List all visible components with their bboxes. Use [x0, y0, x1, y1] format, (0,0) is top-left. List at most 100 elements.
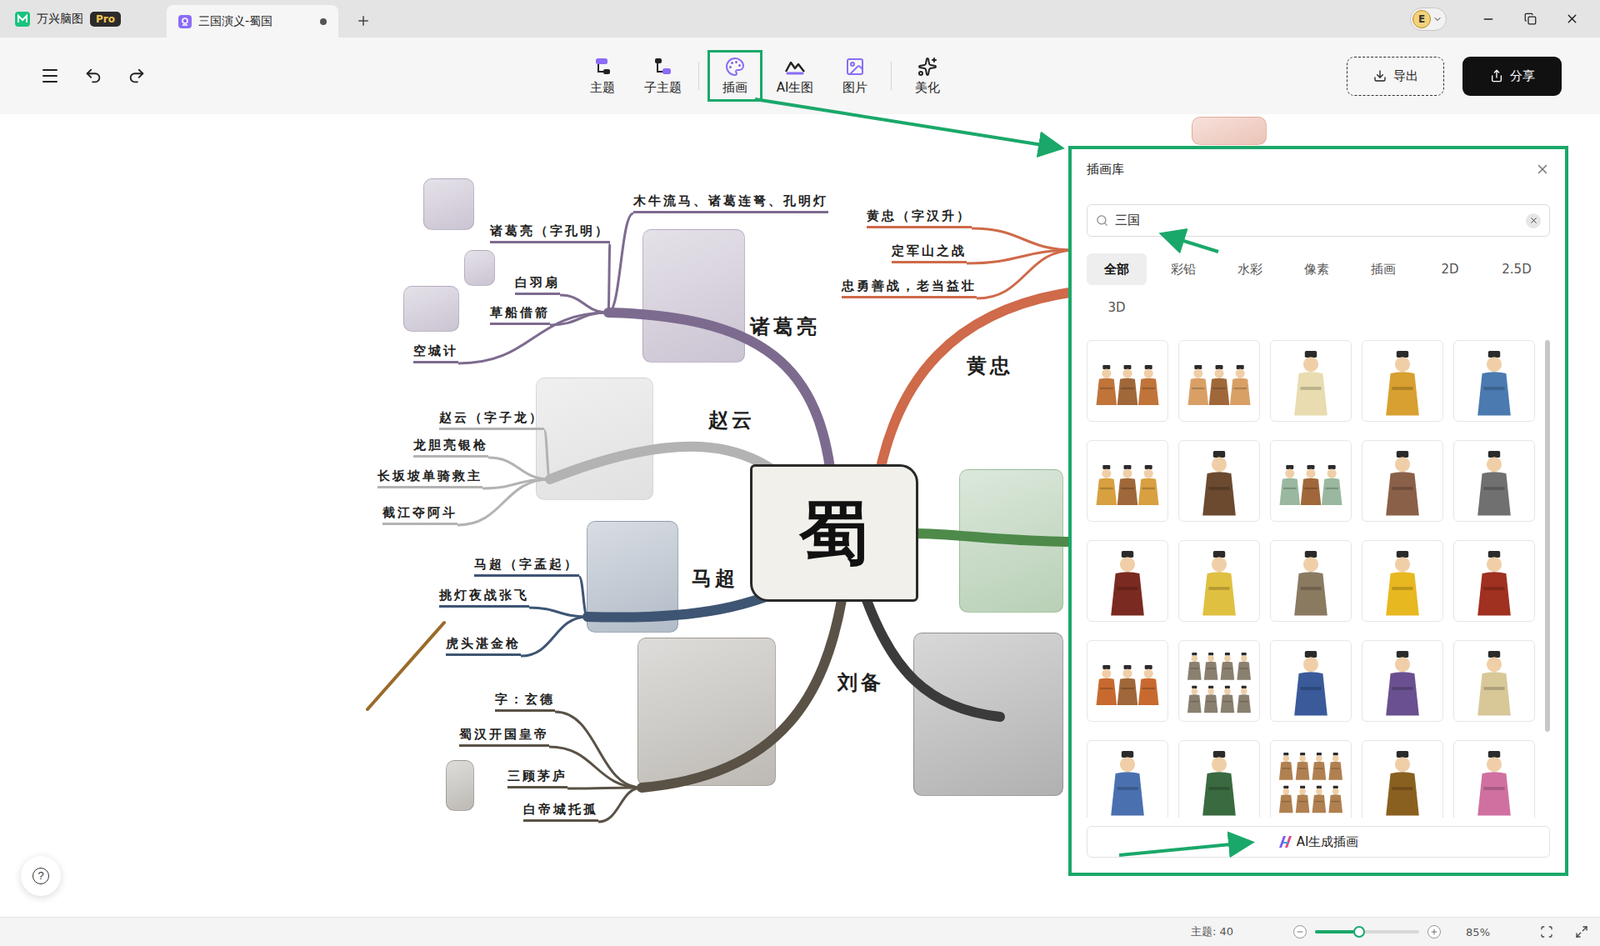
- illustration-thumbnail[interactable]: [1086, 640, 1169, 722]
- subtopic[interactable]: 长坂坡单骑救主: [377, 468, 483, 489]
- subtopic[interactable]: 白羽扇: [515, 275, 560, 295]
- illustration-thumbnail[interactable]: [1270, 640, 1352, 722]
- document-tab[interactable]: 三国演义-蜀国: [166, 5, 339, 38]
- subtopic[interactable]: 忠勇善战，老当益壮: [841, 278, 977, 299]
- app-tab[interactable]: 万兴脑图Pro: [0, 0, 167, 38]
- filter-chip[interactable]: 彩铅: [1153, 253, 1214, 285]
- tool-button[interactable]: 子主题: [635, 50, 690, 102]
- illustration-thumbnail[interactable]: [1270, 540, 1352, 622]
- zoom-out-button[interactable]: [1293, 925, 1307, 939]
- illustration-image[interactable]: [535, 377, 654, 500]
- filter-chip[interactable]: 全部: [1086, 253, 1147, 285]
- subtopic[interactable]: 字：玄德: [495, 691, 555, 712]
- illustration-thumbnail[interactable]: [1086, 740, 1169, 818]
- help-button[interactable]: ?: [20, 855, 61, 896]
- illustration-thumbnail[interactable]: [1178, 340, 1260, 422]
- undo-button[interactable]: [81, 64, 105, 88]
- close-window-button[interactable]: [1560, 7, 1584, 31]
- illustration-image[interactable]: [1191, 116, 1267, 145]
- tool-button[interactable]: 美化: [900, 50, 955, 102]
- filter-chip[interactable]: 2.5D: [1486, 253, 1547, 285]
- illustration-thumbnail[interactable]: [1453, 440, 1535, 522]
- subtopic[interactable]: 挑灯夜战张飞: [439, 587, 530, 608]
- illustration-image[interactable]: [913, 632, 1064, 796]
- illustration-thumbnail[interactable]: [1086, 440, 1169, 522]
- menu-button[interactable]: [38, 64, 62, 88]
- zoom-in-button[interactable]: [1427, 925, 1441, 939]
- redo-button[interactable]: [125, 64, 149, 88]
- illustration-image[interactable]: [586, 520, 679, 633]
- scrollbar-thumb[interactable]: [1545, 340, 1550, 732]
- tool-button[interactable]: 主题: [575, 50, 630, 102]
- filter-chip[interactable]: 插画: [1353, 253, 1414, 285]
- illustration-thumbnail[interactable]: [1270, 440, 1352, 522]
- main-topic[interactable]: 诸葛亮: [750, 315, 820, 339]
- filter-chip[interactable]: 2D: [1420, 253, 1480, 285]
- user-menu[interactable]: E: [1410, 7, 1447, 31]
- subtopic[interactable]: 诸葛亮（字孔明）: [490, 223, 610, 244]
- tool-button[interactable]: AI生图: [767, 50, 823, 102]
- illustration-thumbnail[interactable]: [1361, 540, 1444, 622]
- tool-button[interactable]: 插画: [707, 50, 763, 102]
- illustration-thumbnail[interactable]: [1453, 540, 1535, 622]
- tool-button[interactable]: 图片: [827, 50, 883, 102]
- main-topic[interactable]: 刘备: [837, 670, 885, 695]
- subtopic[interactable]: 空城计: [413, 343, 459, 364]
- illustration-image[interactable]: [423, 178, 475, 230]
- minimize-button[interactable]: [1476, 7, 1500, 31]
- subtopic[interactable]: 马超（字孟起）: [474, 556, 580, 577]
- illustration-thumbnail[interactable]: [1361, 640, 1444, 722]
- filter-chip[interactable]: 3D: [1086, 291, 1147, 324]
- illustration-thumbnail[interactable]: [1178, 640, 1260, 722]
- mindmap-canvas[interactable]: 蜀 诸葛亮赵云马超刘备 黄忠 诸葛亮（字孔明） 木牛流马、诸葛连弩、孔明灯白羽扇草船借箭…: [0, 114, 1600, 917]
- clear-search-button[interactable]: [1525, 213, 1541, 229]
- illustration-thumbnail[interactable]: [1361, 740, 1444, 818]
- filter-chip[interactable]: 水彩: [1220, 253, 1280, 285]
- illustration-thumbnail[interactable]: [1361, 440, 1444, 522]
- illustration-thumbnail[interactable]: [1178, 540, 1260, 622]
- central-topic[interactable]: 蜀: [750, 464, 919, 602]
- main-topic[interactable]: 黄忠: [966, 354, 1014, 378]
- illustration-thumbnail[interactable]: [1178, 740, 1260, 818]
- search-input[interactable]: [1113, 212, 1521, 230]
- subtopic[interactable]: 白帝城托孤: [523, 801, 599, 822]
- illustration-thumbnail[interactable]: [1270, 740, 1352, 818]
- illustration-image[interactable]: [642, 229, 745, 363]
- subtopic[interactable]: 草船借箭: [490, 305, 550, 325]
- zoom-slider[interactable]: [1315, 930, 1420, 934]
- subtopic[interactable]: 截江夺阿斗: [382, 505, 458, 525]
- subtopic[interactable]: 黄忠（字汉升）: [866, 208, 972, 229]
- illustration-thumbnail[interactable]: [1453, 340, 1535, 422]
- new-tab-button[interactable]: [350, 7, 377, 35]
- illustration-thumbnail[interactable]: [1178, 440, 1260, 522]
- illustration-image[interactable]: [445, 760, 475, 811]
- fit-view-button[interactable]: [1540, 925, 1554, 939]
- illustration-thumbnail[interactable]: [1086, 340, 1169, 422]
- main-topic[interactable]: 赵云: [708, 408, 755, 432]
- fullscreen-button[interactable]: [1575, 925, 1589, 939]
- subtopic[interactable]: 虎头湛金枪: [445, 635, 521, 656]
- illustration-image[interactable]: [464, 250, 495, 286]
- subtopic[interactable]: 蜀汉开国皇帝: [459, 726, 550, 747]
- ai-generate-button[interactable]: AI生成插画: [1086, 825, 1550, 858]
- illustration-image[interactable]: [403, 285, 460, 332]
- subtopic[interactable]: 赵云（字子龙）: [439, 410, 545, 430]
- illustration-image[interactable]: [959, 469, 1064, 613]
- panel-close-button[interactable]: [1535, 161, 1550, 177]
- subtopic[interactable]: 定军山之战: [891, 243, 967, 264]
- illustration-thumbnail[interactable]: [1453, 640, 1535, 722]
- main-topic[interactable]: 马超: [691, 566, 739, 590]
- share-button[interactable]: 分享: [1462, 56, 1562, 96]
- restore-button[interactable]: [1518, 7, 1542, 31]
- subtopic[interactable]: 木牛流马、诸葛连弩、孔明灯: [633, 193, 829, 214]
- filter-chip[interactable]: 像素: [1286, 253, 1347, 285]
- export-button[interactable]: 导出: [1346, 56, 1445, 96]
- illustration-thumbnail[interactable]: [1361, 340, 1444, 422]
- subtopic[interactable]: 龙胆亮银枪: [413, 437, 489, 458]
- illustration-image[interactable]: [637, 637, 776, 786]
- illustration-thumbnail[interactable]: [1453, 740, 1535, 818]
- subtopic[interactable]: 三顾茅庐: [507, 768, 568, 789]
- scrollbar[interactable]: [1545, 340, 1550, 818]
- illustration-thumbnail[interactable]: [1270, 340, 1352, 422]
- illustration-thumbnail[interactable]: [1086, 540, 1169, 622]
